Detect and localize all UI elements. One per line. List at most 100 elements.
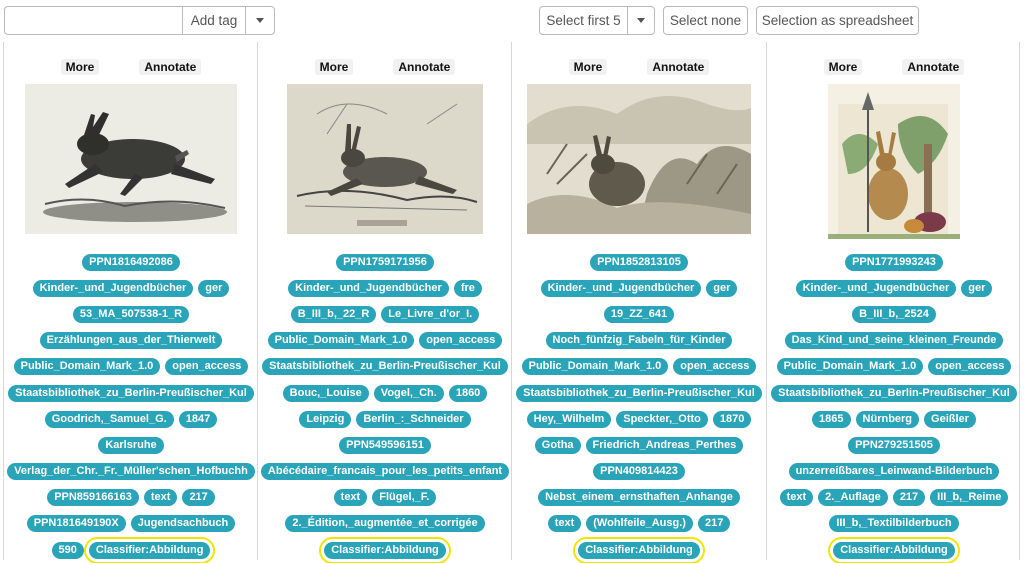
annotate-button[interactable]: Annotate <box>902 59 965 75</box>
hare-with-spear-illustration[interactable] <box>828 84 960 239</box>
add-tag-button[interactable]: Add tag <box>182 6 246 35</box>
tag[interactable]: Leipzig <box>299 410 352 428</box>
tag[interactable]: Verlag_der_Chr._Fr._Müller'schen_Hofbuch… <box>7 463 255 481</box>
tag[interactable]: Geißler <box>924 410 976 428</box>
tag[interactable]: PPN409814423 <box>593 463 685 481</box>
tag[interactable]: Staatsbibliothek_zu_Berlin-Preußischer_K… <box>771 384 1017 402</box>
tag[interactable]: Public_Domain_Mark_1.0 <box>13 358 161 376</box>
select-none-button[interactable]: Select none <box>663 6 748 35</box>
tag[interactable]: open_access <box>673 358 757 376</box>
add-tag-dropdown-button[interactable] <box>245 6 275 35</box>
tag[interactable]: Staatsbibliothek_zu_Berlin-Preußischer_K… <box>516 384 762 402</box>
tag[interactable]: 217 <box>182 489 215 507</box>
tag[interactable]: PPN859166163 <box>47 489 139 507</box>
annotate-button[interactable]: Annotate <box>647 59 710 75</box>
tag[interactable]: 1860 <box>448 384 488 402</box>
hare-running-illustration[interactable] <box>25 84 237 234</box>
tag[interactable]: Vogel,_Ch. <box>373 384 444 402</box>
tag[interactable]: PPN1759171956 <box>336 253 434 271</box>
tag[interactable]: text <box>547 515 582 533</box>
tag[interactable]: PPN1852813105 <box>590 253 688 271</box>
more-button[interactable]: More <box>568 59 608 75</box>
chevron-down-icon <box>637 18 645 23</box>
tag[interactable]: Karlsruhe <box>98 436 164 454</box>
hare-leaping-illustration[interactable] <box>287 84 483 234</box>
tag[interactable]: PPN1816492086 <box>82 253 180 271</box>
tag[interactable]: text <box>779 489 814 507</box>
more-button[interactable]: More <box>60 59 100 75</box>
tag[interactable]: Das_Kind_und_seine_kleinen_Freunde <box>784 332 1004 350</box>
tag[interactable]: Nürnberg <box>855 410 920 428</box>
selection-spreadsheet-button[interactable]: Selection as spreadsheet <box>756 6 919 35</box>
classifier-tag[interactable]: Classifier:Abbildung <box>573 536 705 563</box>
classifier-tag[interactable]: Classifier:Abbildung <box>319 536 451 563</box>
select-first-dropdown-button[interactable] <box>627 6 655 35</box>
annotate-button[interactable]: Annotate <box>393 59 456 75</box>
tag[interactable]: unzerreißbares_Leinwand-Bilderbuch <box>788 463 1000 481</box>
column-divider <box>3 42 4 560</box>
tag[interactable]: Le_Livre_d'or_I. <box>381 305 480 323</box>
tag[interactable]: 1865 <box>812 410 851 428</box>
tag[interactable]: 1847 <box>178 410 218 428</box>
tag[interactable]: PPN1771993243 <box>845 253 943 271</box>
tag[interactable]: Friedrich_Andreas_Perthes <box>585 436 744 454</box>
tag[interactable]: PPN181649190X <box>26 515 126 533</box>
tag[interactable]: 19_ZZ_641 <box>603 305 675 323</box>
tag[interactable]: Kinder-_und_Jugendbücher <box>795 279 957 297</box>
tag[interactable]: Bouc,_Louise <box>282 384 369 402</box>
tag[interactable]: Public_Domain_Mark_1.0 <box>776 358 924 376</box>
tag[interactable]: 53_MA_507538-1_R <box>72 305 190 323</box>
tag[interactable]: Kinder-_und_Jugendbücher <box>540 279 702 297</box>
tag[interactable]: 1870 <box>712 410 752 428</box>
tag[interactable]: Flügel,_F. <box>372 489 437 507</box>
annotate-button[interactable]: Annotate <box>139 59 202 75</box>
tag[interactable]: fre <box>453 279 482 297</box>
tag[interactable]: 590 <box>51 541 84 559</box>
classifier-tag[interactable]: Classifier:Abbildung <box>83 536 216 563</box>
tag[interactable]: text <box>333 489 368 507</box>
tag[interactable]: III_b,_Reime <box>930 489 1009 507</box>
tag[interactable]: open_access <box>928 358 1012 376</box>
tag[interactable]: ger <box>198 279 230 297</box>
select-first-button[interactable]: Select first 5 <box>539 6 628 35</box>
tag[interactable]: 217 <box>892 489 926 507</box>
tag[interactable]: Staatsbibliothek_zu_Berlin-Preußischer_K… <box>8 384 254 402</box>
tag[interactable]: PPN549596151 <box>339 436 431 454</box>
hare-sitting-illustration[interactable] <box>527 84 751 234</box>
tag[interactable]: 2._Auflage <box>818 489 888 507</box>
tag[interactable]: (Wohlfeile_Ausg.) <box>586 515 693 533</box>
tag[interactable]: PPN279251505 <box>848 436 940 454</box>
tag[interactable]: open_access <box>419 332 503 350</box>
tag[interactable]: Erzählungen_aus_der_Thierwelt <box>39 332 223 350</box>
tag[interactable]: Berlin_:_Schneider <box>356 410 471 428</box>
tag[interactable]: B_III_b,_2524 <box>852 305 936 323</box>
tag[interactable]: Public_Domain_Mark_1.0 <box>267 332 415 350</box>
tag[interactable]: open_access <box>165 358 249 376</box>
tag[interactable]: Public_Domain_Mark_1.0 <box>521 358 669 376</box>
chevron-down-icon <box>256 18 264 23</box>
tag[interactable]: Abécédaire_francais_pour_les_petits_enfa… <box>260 463 510 481</box>
tag[interactable]: Noch_fünfzig_Fabeln_für_Kinder <box>545 332 733 350</box>
tag-input[interactable] <box>4 6 182 35</box>
tag[interactable]: 217 <box>697 515 731 533</box>
tag[interactable]: ger <box>961 279 993 297</box>
tag[interactable]: Jugendsachbuch <box>130 515 236 533</box>
result-card: More Annotate PPN1816492086 Kinder-_und_… <box>5 44 257 563</box>
tag[interactable]: ger <box>706 279 738 297</box>
tag[interactable]: text <box>143 489 178 507</box>
tag[interactable]: III_b,_Textilbilderbuch <box>829 515 959 533</box>
tag[interactable]: Gotha <box>534 436 581 454</box>
tag[interactable]: Speckter,_Otto <box>616 410 708 428</box>
more-button[interactable]: More <box>314 59 354 75</box>
tag[interactable]: Nebst_einem_ernsthaften_Anhange <box>538 489 740 507</box>
more-button[interactable]: More <box>823 59 863 75</box>
tag[interactable]: Hey,_Wilhelm <box>526 410 612 428</box>
tag[interactable]: Goodrich,_Samuel_G. <box>44 410 174 428</box>
classifier-tag[interactable]: Classifier:Abbildung <box>828 536 960 563</box>
tag-list: PPN1771993243 Kinder-_und_Jugendbücher ge… <box>768 249 1020 563</box>
tag[interactable]: 2._Édition,_augmentée_et_corrigée <box>285 515 485 533</box>
tag[interactable]: Kinder-_und_Jugendbücher <box>288 279 449 297</box>
tag[interactable]: Staatsbibliothek_zu_Berlin-Preußischer_K… <box>262 358 508 376</box>
tag[interactable]: B_III_b,_22_R <box>290 305 377 323</box>
tag[interactable]: Kinder-_und_Jugendbücher <box>32 279 194 297</box>
